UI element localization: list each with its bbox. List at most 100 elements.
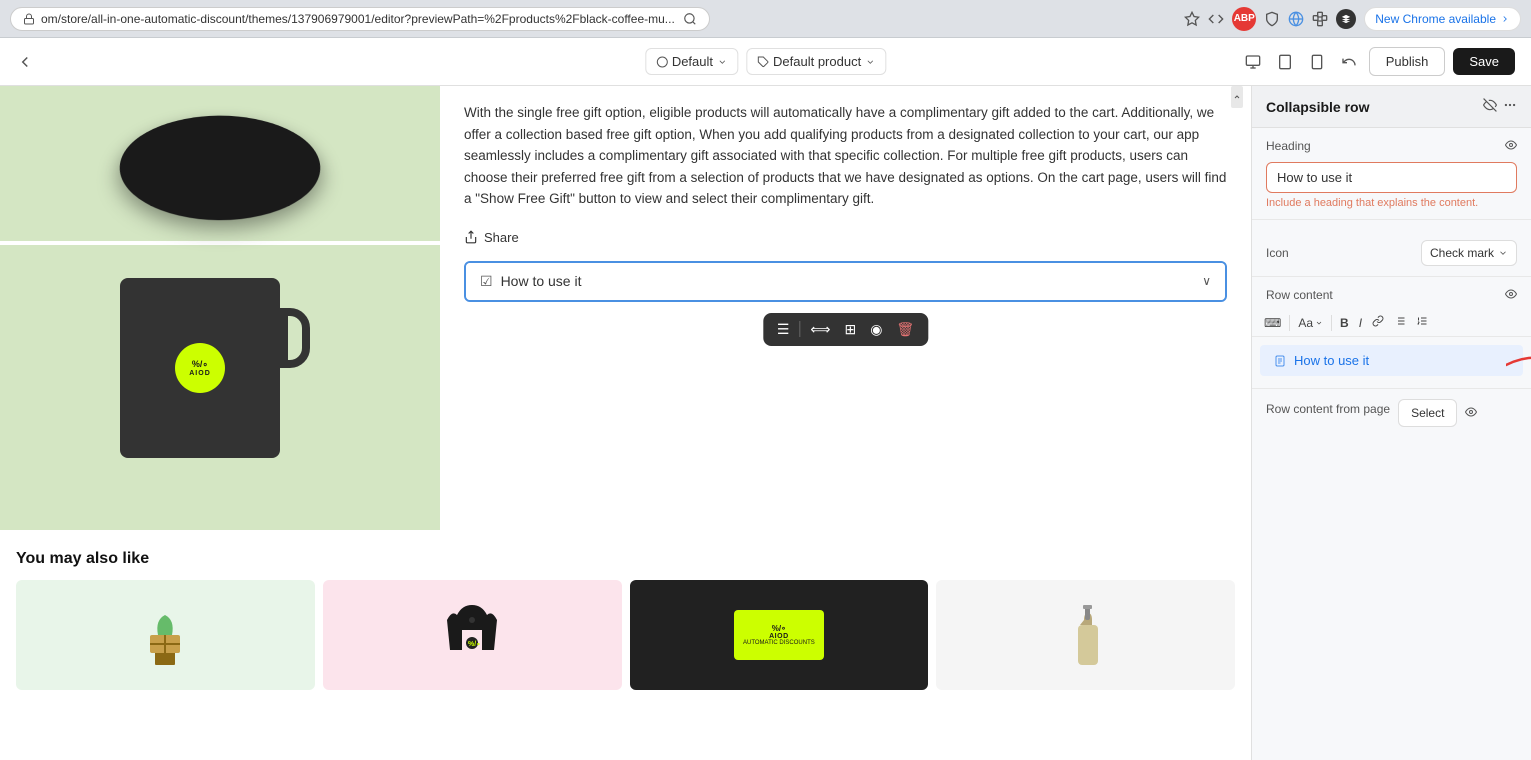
rt-divider-1 [1289, 315, 1290, 331]
document-icon [1274, 355, 1286, 367]
tablet-icon-btn[interactable] [1273, 50, 1297, 74]
ordered-list-icon [1416, 315, 1428, 327]
card2-image: %/∘ [442, 595, 502, 675]
extensions-icon[interactable] [1312, 11, 1328, 27]
mug-handle [280, 308, 310, 368]
mug-container: %/∘ AIOD [120, 278, 320, 498]
move-icon-btn[interactable]: ☰ [773, 319, 794, 340]
main-layout: %/∘ AIOD With the single free gift optio… [0, 86, 1531, 760]
collapsible-header[interactable]: ☑ How to use it ∨ [466, 263, 1225, 300]
more-icon-btn[interactable]: ◉ [866, 319, 886, 340]
icon-select-chevron [1498, 248, 1508, 258]
ordered-list-btn[interactable] [1412, 313, 1432, 332]
topbar-center: Default Default product [645, 48, 886, 75]
from-page-label: Row content from page [1266, 402, 1390, 416]
product-card-2[interactable]: %/∘ [323, 580, 622, 690]
collapsible-chevron-icon[interactable]: ∨ [1202, 274, 1211, 288]
code-icon[interactable] [1208, 11, 1224, 27]
panel-header-actions [1483, 98, 1517, 115]
select-button[interactable]: Select [1398, 399, 1457, 427]
mug-body: %/∘ AIOD [120, 278, 280, 458]
row-content-item[interactable]: How to use it [1260, 345, 1523, 376]
align-icon-btn[interactable]: ⟺ [806, 319, 834, 340]
rich-text-toolbar: ⌨ Aa B I [1252, 309, 1531, 337]
collapsible-header-left: ☑ How to use it [480, 273, 582, 290]
icon-select-dropdown[interactable]: Check mark [1421, 240, 1517, 266]
more-options-btn[interactable] [1503, 98, 1517, 115]
bold-btn[interactable]: B [1336, 314, 1353, 332]
default-dropdown[interactable]: Default [645, 48, 738, 75]
scroll-up-btn[interactable] [1231, 86, 1243, 108]
heading-input[interactable] [1266, 162, 1517, 193]
product-section: %/∘ AIOD With the single free gift optio… [0, 86, 1251, 530]
link-btn[interactable] [1368, 313, 1388, 332]
row-content-eye-icon [1505, 288, 1517, 300]
search-browser-icon[interactable] [683, 12, 697, 26]
italic-btn[interactable]: I [1355, 314, 1366, 332]
eye-off-icon [1483, 98, 1497, 112]
product-images: %/∘ AIOD [0, 86, 440, 530]
default-product-dropdown[interactable]: Default product [746, 48, 886, 75]
lock-icon [23, 13, 35, 25]
back-icon[interactable] [16, 53, 34, 71]
browser-bar: om/store/all-in-one-automatic-discount/t… [0, 0, 1531, 38]
desktop-icon-btn[interactable] [1241, 50, 1265, 74]
product-card-1[interactable] [16, 580, 315, 690]
link-icon [1372, 315, 1384, 327]
product-grid: %/∘ %/∘ AIOD AUTOMATIC DISCOUNTS [16, 580, 1235, 690]
chevron-up-icon [1233, 93, 1241, 101]
save-button[interactable]: Save [1453, 48, 1515, 75]
card1-image [140, 600, 190, 670]
user-avatar[interactable]: ABP [1232, 7, 1256, 31]
from-page-eye-icon [1465, 406, 1477, 418]
icon-label: Icon [1266, 246, 1289, 260]
copy-icon-btn[interactable]: ⊞ [840, 319, 860, 340]
check-mark-icon: ☑ [480, 273, 493, 290]
row-content-header: Row content [1252, 277, 1531, 309]
new-chrome-badge[interactable]: New Chrome available [1364, 7, 1521, 31]
product-card-3[interactable]: %/∘ AIOD AUTOMATIC DISCOUNTS [630, 580, 929, 690]
address-bar[interactable]: om/store/all-in-one-automatic-discount/t… [10, 7, 710, 31]
collapsible-row[interactable]: ☑ How to use it ∨ [464, 261, 1227, 302]
monitor-icon [1245, 54, 1261, 70]
icon-select-row: Icon Check mark [1266, 240, 1517, 266]
tag-icon [757, 56, 769, 68]
heading-helper: Include a heading that explains the cont… [1266, 197, 1517, 209]
section-title: You may also like [16, 550, 1235, 568]
product-card-4[interactable] [936, 580, 1235, 690]
preview-area[interactable]: %/∘ AIOD With the single free gift optio… [0, 86, 1251, 760]
undo-icon [1341, 54, 1357, 70]
browser-icons: ABP New Chrome available [1184, 7, 1521, 31]
browser-tab-area: om/store/all-in-one-automatic-discount/t… [10, 7, 1176, 31]
chevron-right-icon [1500, 14, 1510, 24]
from-page-hide-btn[interactable] [1465, 405, 1477, 421]
hide-panel-btn[interactable] [1483, 98, 1497, 115]
you-may-also-like-section: You may also like [0, 530, 1251, 706]
share-row[interactable]: Share [464, 230, 1227, 245]
rt-divider-2 [1331, 315, 1332, 331]
row-content-hide-btn[interactable] [1505, 287, 1517, 303]
share-icon [464, 230, 478, 244]
translate-icon[interactable] [1288, 11, 1304, 27]
topbar-right: Publish Save [1241, 47, 1515, 76]
aiod-box: %/∘ AIOD AUTOMATIC DISCOUNTS [734, 610, 824, 660]
shield-icon[interactable] [1264, 11, 1280, 27]
editor-topbar: Default Default product Publish Save [0, 38, 1531, 86]
font-size-btn[interactable]: Aa [1294, 314, 1327, 332]
undo-icon-btn[interactable] [1337, 50, 1361, 74]
product-image-top [0, 86, 440, 241]
from-page-row: Row content from page Select [1266, 399, 1517, 427]
card4-image [1066, 595, 1106, 675]
star-icon[interactable] [1184, 11, 1200, 27]
profile-icon[interactable] [1336, 9, 1356, 29]
mobile-icon-btn[interactable] [1305, 50, 1329, 74]
unordered-list-btn[interactable] [1390, 313, 1410, 332]
publish-button[interactable]: Publish [1369, 47, 1446, 76]
source-btn[interactable]: ⌨ [1260, 314, 1285, 332]
right-panel: Collapsible row Heading Include a headin… [1251, 86, 1531, 760]
delete-icon-btn[interactable]: 🗑 [892, 319, 918, 340]
row-content-section: Row content ⌨ Aa B I [1252, 277, 1531, 389]
tablet-icon [1277, 54, 1293, 70]
heading-hide-btn[interactable] [1505, 138, 1517, 154]
panel-title: Collapsible row [1266, 99, 1369, 115]
